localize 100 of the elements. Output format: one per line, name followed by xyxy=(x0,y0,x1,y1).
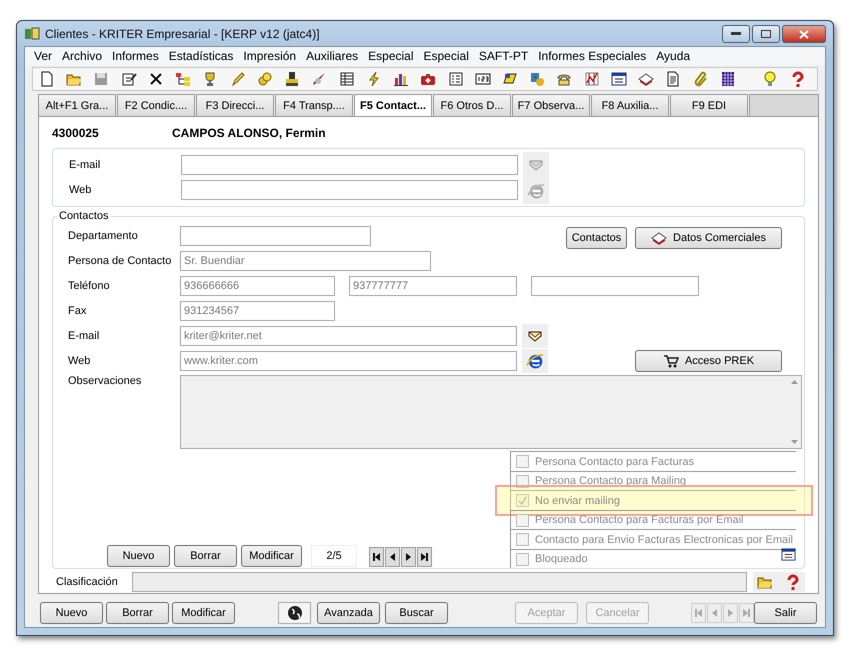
commercial-data-button[interactable]: Datos Comerciales xyxy=(635,226,782,249)
window-title: Clientes - KRITER Empresarial - [KERP v12 (jatc4)] xyxy=(45,26,320,40)
menu-item[interactable]: Impresión xyxy=(238,49,302,63)
menu-item[interactable]: Especial xyxy=(363,49,418,63)
calendar-icon[interactable] xyxy=(781,547,796,562)
checkbox[interactable] xyxy=(516,494,529,508)
close-button[interactable] xyxy=(782,25,826,43)
book-icon xyxy=(651,230,668,246)
tab[interactable]: F4 Transp.... xyxy=(275,94,353,116)
tab[interactable]: F9 EDI xyxy=(670,94,748,116)
right-arrow-icon xyxy=(404,552,413,562)
menu-item[interactable]: Especial xyxy=(418,49,474,63)
checkbox-label: Contacto para Envio Facturas Electronicas por Email xyxy=(535,534,794,546)
input-field[interactable] xyxy=(181,180,518,200)
tab[interactable]: F5 Contact... xyxy=(354,94,432,117)
tab[interactable]: Alt+F1 Gra... xyxy=(38,94,116,116)
group-title: Contactos xyxy=(57,210,111,222)
menu-item[interactable]: Ayuda xyxy=(651,49,696,63)
command-button[interactable]: Nuevo xyxy=(40,602,103,624)
last-arrow-icon xyxy=(420,552,429,562)
globe-button[interactable] xyxy=(278,602,311,624)
close-icon[interactable] xyxy=(148,71,164,87)
input-field[interactable]: www.kriter.com xyxy=(180,351,517,372)
input-field[interactable] xyxy=(181,155,518,176)
grid-icon[interactable] xyxy=(720,71,736,87)
checkbox-label: Persona Contacto para Facturas xyxy=(535,456,694,468)
tab[interactable]: F6 Otros D... xyxy=(433,94,511,116)
minimize-icon xyxy=(731,32,741,36)
app-logo-icon xyxy=(24,26,40,42)
help-icon[interactable] xyxy=(785,574,801,590)
record-button[interactable]: Nuevo xyxy=(107,545,170,568)
tab[interactable]: F8 Auxilia... xyxy=(591,94,669,116)
menu-item[interactable]: Auxiliares xyxy=(301,49,364,63)
bar-chart-icon[interactable] xyxy=(393,71,410,87)
notes-field[interactable] xyxy=(180,375,802,450)
record-button[interactable]: Borrar xyxy=(174,545,237,568)
field-label: E-mail xyxy=(68,330,100,342)
record-button[interactable]: Modificar xyxy=(241,545,302,568)
book-icon[interactable] xyxy=(638,71,654,87)
command-button[interactable]: Modificar xyxy=(172,602,235,624)
input-field[interactable] xyxy=(180,226,371,246)
menu-item[interactable]: Informes xyxy=(107,49,164,63)
command-button[interactable]: Avanzada xyxy=(317,602,380,624)
previous-record-button[interactable] xyxy=(385,547,400,568)
maximize-button[interactable] xyxy=(752,25,780,43)
command-button[interactable]: Borrar xyxy=(106,602,169,624)
checkbox-label: Persona Contacto para Mailing xyxy=(535,475,686,488)
calendar-icon[interactable] xyxy=(610,71,627,87)
hierarchy-icon[interactable] xyxy=(175,71,192,87)
new-document-icon[interactable] xyxy=(39,71,55,87)
lightbulb-icon[interactable] xyxy=(762,71,778,87)
checkbox[interactable] xyxy=(516,552,529,566)
right-arrow-icon xyxy=(726,608,735,618)
menu-item[interactable]: Archivo xyxy=(57,49,108,63)
input-field[interactable]: 937777777 xyxy=(349,276,517,296)
stamp-icon[interactable] xyxy=(284,71,300,87)
pencil-icon[interactable] xyxy=(230,71,246,87)
last-record-button[interactable] xyxy=(417,547,432,568)
input-field[interactable] xyxy=(531,276,699,296)
next-record-button[interactable] xyxy=(401,547,416,568)
last-arrow-icon xyxy=(742,608,751,618)
contacts-button[interactable]: Contactos xyxy=(566,226,627,249)
field-label: Observaciones xyxy=(68,375,142,390)
tab[interactable]: F2 Condic.... xyxy=(117,94,195,116)
checkbox[interactable] xyxy=(516,533,529,546)
puzzle-icon[interactable] xyxy=(529,71,546,87)
checkbox[interactable] xyxy=(516,455,529,468)
input-field[interactable]: 931234567 xyxy=(180,301,335,322)
notepad-icon[interactable] xyxy=(120,71,137,87)
list-icon[interactable] xyxy=(448,71,464,87)
menu-item[interactable]: Ver xyxy=(29,49,58,63)
menu-item[interactable]: Estadísticas xyxy=(164,49,238,63)
minimize-button[interactable] xyxy=(722,25,750,43)
classification-field[interactable] xyxy=(132,572,747,592)
menu-item[interactable]: SAFT-PT xyxy=(474,49,534,63)
shopping-cart-icon xyxy=(662,353,679,370)
tab[interactable]: F7 Observa... xyxy=(512,94,590,116)
table-icon[interactable] xyxy=(338,71,355,87)
counter-icon[interactable] xyxy=(474,71,491,87)
browser-e-icon[interactable] xyxy=(526,352,544,370)
field-label: Persona de Contacto xyxy=(68,255,172,268)
input-field[interactable]: 936666666 xyxy=(180,276,335,296)
command-button[interactable]: Salir xyxy=(754,602,817,624)
first-record-button[interactable] xyxy=(369,547,384,568)
checkbox[interactable] xyxy=(516,514,529,527)
first-aid-kit-icon[interactable] xyxy=(420,71,436,87)
checkbox[interactable] xyxy=(516,474,529,488)
coins-icon[interactable] xyxy=(256,71,273,87)
field-label: E-mail xyxy=(69,159,102,172)
help-icon[interactable] xyxy=(790,71,806,87)
globe-icon xyxy=(286,605,302,621)
tab[interactable]: F3 Direcci... xyxy=(196,94,274,116)
prek-access-button[interactable]: Acceso PREK xyxy=(635,350,782,372)
paperclip-icon[interactable] xyxy=(692,71,709,87)
input-field[interactable]: Sr. Buendiar xyxy=(180,251,431,272)
chart-icon[interactable] xyxy=(584,71,600,87)
command-button[interactable]: Buscar xyxy=(385,602,448,624)
page-icon[interactable] xyxy=(665,71,682,87)
menu-item[interactable]: Informes Especiales xyxy=(533,49,652,63)
input-field[interactable]: kriter@kriter.net xyxy=(180,326,517,346)
